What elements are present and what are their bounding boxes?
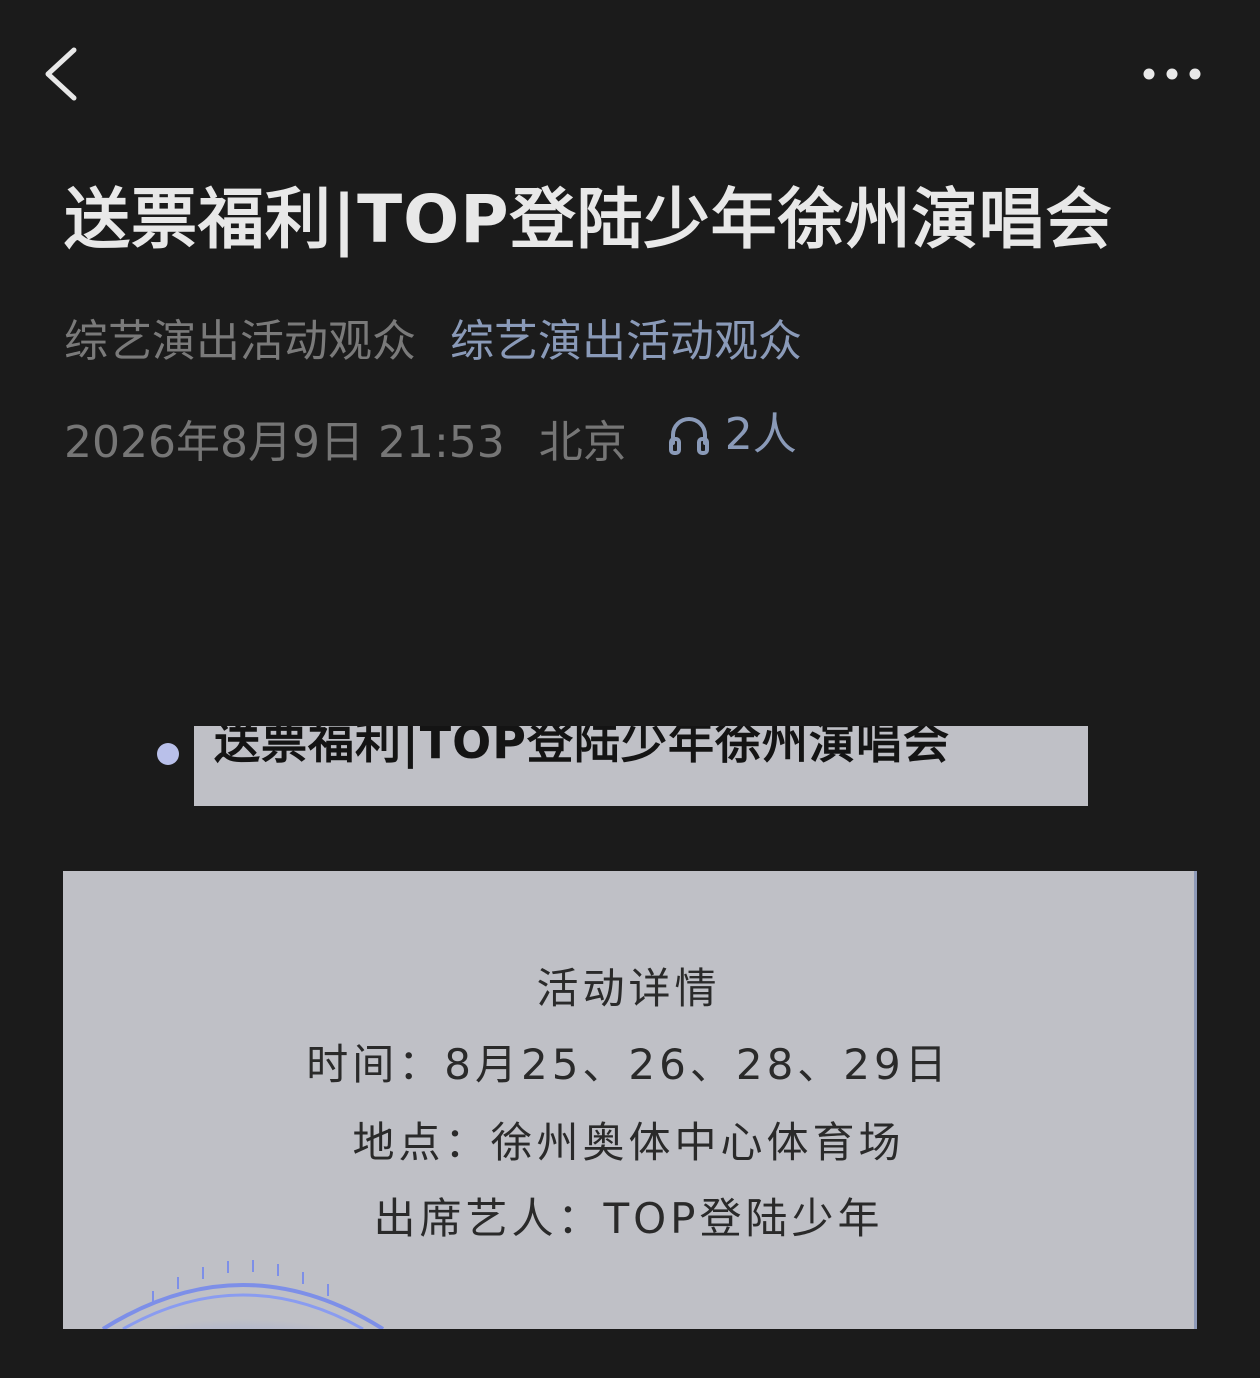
bullet-dot [157,743,179,765]
bridge-illustration [93,1260,393,1329]
post-title: 送票福利|TOP登陆少年徐州演唱会 [64,181,1113,258]
chevron-left-icon [45,47,77,101]
content-heading-banner: 送票福利|TOP登陆少年徐州演唱会 [194,726,1088,806]
content-heading: 送票福利|TOP登陆少年徐州演唱会 [214,726,950,769]
channel-link[interactable]: 综艺演出活动观众 [450,316,802,367]
back-button[interactable] [36,38,96,108]
more-options-button[interactable] [1130,50,1220,100]
post-location: 北京 [538,417,627,468]
listener-count[interactable]: 2人 [667,407,797,463]
event-detail-card: 活动详情 时间：8月25、26、28、29日 地点：徐州奥体中心体育场 出席艺人… [63,871,1197,1329]
author-name[interactable]: 综艺演出活动观众 [64,316,416,367]
author-row: 综艺演出活动观众 综艺演出活动观众 [64,314,802,370]
listener-count-text: 2人 [724,409,797,460]
detail-title: 活动详情 [536,964,721,1013]
post-meta-row: 2026年8月9日 21:53 北京 2人 [64,407,797,471]
more-horizontal-icon [1143,68,1201,80]
detail-place: 地点：徐州奥体中心体育场 [352,1118,905,1167]
detail-time: 时间：8月25、26、28、29日 [306,1040,951,1089]
detail-artist: 出席艺人：TOP登陆少年 [373,1194,884,1243]
top-bar [0,0,1260,150]
post-date: 2026年8月9日 21:53 [64,417,505,468]
headphones-icon [668,417,709,455]
